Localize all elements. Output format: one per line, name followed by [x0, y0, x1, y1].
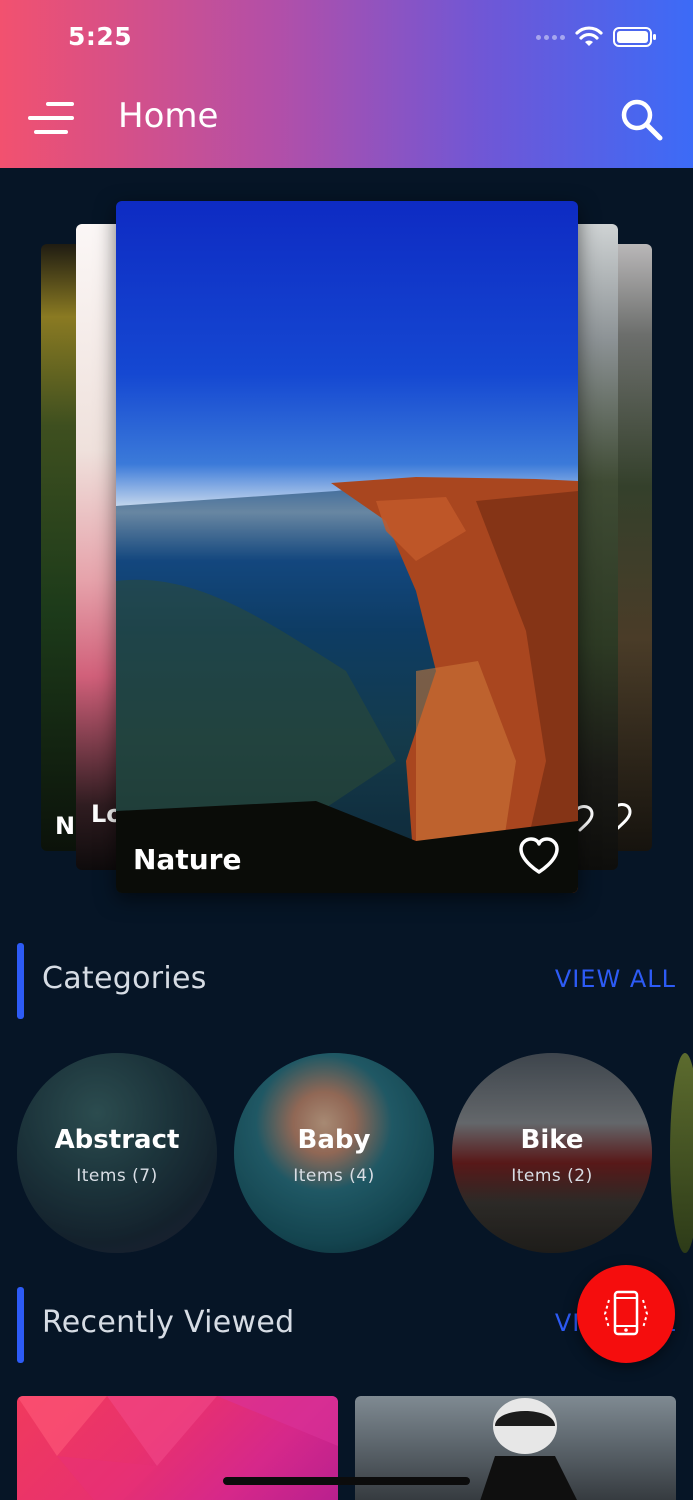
home-indicator[interactable]: [223, 1477, 470, 1485]
battery-icon: [613, 26, 657, 48]
carousel-card-label: N: [55, 812, 76, 840]
category-name: Bike: [520, 1125, 584, 1155]
phone-shake-icon: [603, 1290, 649, 1336]
categories-section-header: Categories VIEW ALL: [0, 943, 693, 1019]
category-abstract[interactable]: Abstract Items (7): [17, 1053, 217, 1253]
categories-title: Categories: [42, 961, 207, 996]
menu-button[interactable]: [28, 98, 76, 138]
category-bike[interactable]: Bike Items (2): [452, 1053, 652, 1253]
hamburger-icon: [46, 102, 74, 106]
category-baby[interactable]: Baby Items (4): [234, 1053, 434, 1253]
categories-view-all-link[interactable]: VIEW ALL: [555, 965, 676, 993]
hamburger-icon-line: [28, 116, 74, 120]
carousel-card-far-right[interactable]: [612, 244, 652, 851]
favorite-button[interactable]: [518, 837, 560, 875]
carousel-card-title: Nature: [133, 843, 242, 876]
carousel-card-main[interactable]: Nature: [116, 201, 578, 893]
shake-phone-fab[interactable]: [577, 1265, 675, 1363]
section-accent-bar: [17, 943, 24, 1019]
category-name: Baby: [297, 1125, 371, 1155]
wallpaper-carousel[interactable]: N Lo Nature: [0, 168, 693, 918]
heart-outline-icon: [519, 837, 559, 874]
category-count: Items (4): [293, 1166, 375, 1186]
status-time: 5:25: [68, 22, 133, 51]
recently-viewed-title: Recently Viewed: [42, 1305, 295, 1340]
category-count: Items (7): [76, 1166, 158, 1186]
status-icons: [536, 26, 657, 48]
search-button[interactable]: [618, 96, 666, 144]
category-next-peek[interactable]: [670, 1053, 693, 1253]
wallpaper-image: [116, 477, 578, 893]
signal-icon: [536, 34, 565, 40]
hamburger-icon-line: [34, 130, 68, 134]
category-name: Abstract: [54, 1125, 180, 1155]
carousel-card-far-left[interactable]: N: [41, 244, 81, 851]
app-header: 5:25 Home: [0, 0, 693, 168]
category-count: Items (2): [511, 1166, 593, 1186]
page-title: Home: [118, 96, 219, 136]
wifi-icon: [575, 26, 603, 48]
section-accent-bar: [17, 1287, 24, 1363]
search-icon: [621, 99, 663, 141]
